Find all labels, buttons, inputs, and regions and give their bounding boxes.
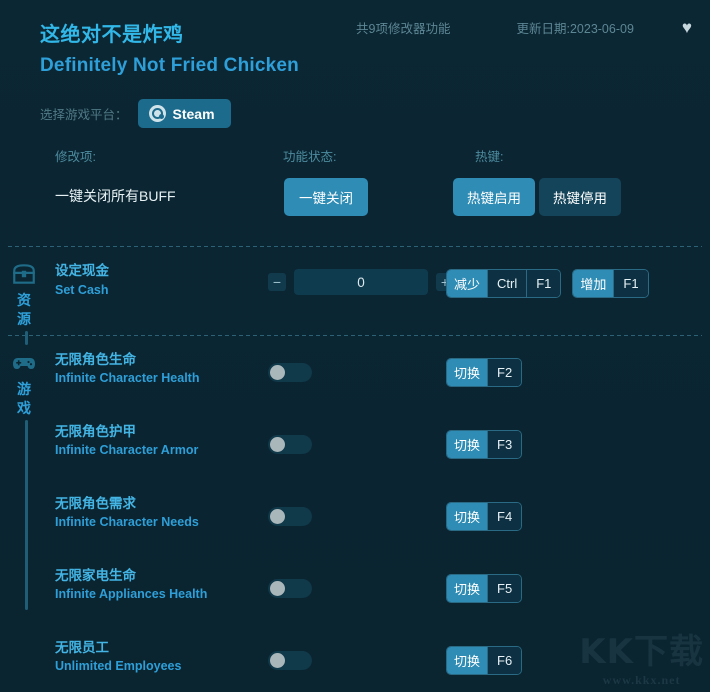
- option-name-cn: 设定现金: [55, 263, 109, 278]
- option-toggle[interactable]: [268, 362, 312, 382]
- section-rail-resources: 资源: [0, 247, 48, 345]
- hotkey-chip-toggle[interactable]: 切换 F2: [446, 357, 523, 387]
- column-headings: 修改项: 功能状态: 热键:: [0, 146, 710, 176]
- gamepad-icon: [13, 357, 35, 369]
- cash-decrement-button[interactable]: −: [268, 273, 286, 291]
- trainer-window: KK下载 www.kkx.net 这绝对不是炸鸡 共9项修改器功能 更新日期:2…: [0, 0, 710, 692]
- page-title-en: Definitely Not Fried Chicken: [40, 55, 299, 76]
- cash-stepper: − +: [268, 269, 454, 295]
- option-names-set-cash: 设定现金 Set Cash: [55, 261, 109, 299]
- column-heading-hotkey: 热键:: [475, 150, 504, 164]
- option-toggle[interactable]: [268, 650, 312, 670]
- hotkey-action-label: 切换: [447, 502, 488, 530]
- hotkey-chip-toggle[interactable]: 切换 F3: [446, 429, 523, 459]
- option-names: 无限员工 Unlimited Employees: [55, 638, 181, 676]
- global-buff-label: 一键关闭所有BUFF: [55, 188, 176, 204]
- section-game: 游戏 无限角色生命 Infinite Character Health 切换 F…: [0, 336, 710, 692]
- steam-icon: [148, 105, 166, 122]
- option-row-infinite-character-needs: 无限角色需求 Infinite Character Needs 切换 F4: [48, 480, 710, 552]
- header-top-row: 这绝对不是炸鸡 共9项修改器功能 更新日期:2023-06-09 ♥: [0, 10, 710, 47]
- header: 这绝对不是炸鸡 共9项修改器功能 更新日期:2023-06-09 ♥ Defin…: [0, 0, 710, 128]
- cash-value-input[interactable]: [294, 269, 428, 295]
- option-name-cn: 无限角色护甲: [55, 423, 136, 439]
- platform-label: 选择游戏平台：: [40, 108, 128, 122]
- hotkey-key: F1: [613, 270, 648, 297]
- section-rail-game: 游戏: [0, 336, 48, 692]
- hotkey-action-label: 切换: [447, 430, 488, 458]
- option-name-cn: 无限家电生命: [55, 567, 136, 583]
- hotkey-key: F2: [487, 358, 522, 386]
- hotkey-action-label: 切换: [447, 358, 488, 386]
- treasure-chest-icon: [13, 264, 35, 284]
- hotkey-chip-toggle[interactable]: 切换 F4: [446, 501, 523, 531]
- option-name-cn: 无限角色需求: [55, 495, 136, 511]
- option-row-set-cash: 设定现金 Set Cash − + 减少 Ctrl F1 增加: [48, 247, 710, 319]
- section-body-game: 无限角色生命 Infinite Character Health 切换 F2 无…: [48, 336, 710, 692]
- hotkey-key: Ctrl: [487, 270, 527, 297]
- option-name-cn: 无限员工: [55, 639, 109, 655]
- option-name-en: Unlimited Employees: [55, 659, 182, 674]
- platform-selector-row: 选择游戏平台： Steam: [0, 77, 710, 128]
- hotkey-chip-decrease[interactable]: 减少 Ctrl F1: [446, 269, 562, 298]
- hotkey-chip-toggle[interactable]: 切换 F6: [446, 645, 523, 675]
- page-title-cn: 这绝对不是炸鸡: [40, 24, 184, 46]
- hotkey-key: F5: [487, 574, 522, 602]
- global-buff-row: 一键关闭所有BUFF 一键关闭 热键启用 热键停用: [0, 176, 710, 232]
- column-heading-status: 功能状态:: [283, 150, 337, 164]
- option-row-infinite-character-health: 无限角色生命 Infinite Character Health 切换 F2: [48, 336, 710, 408]
- column-heading-modifier: 修改项:: [55, 150, 96, 164]
- option-name-en: Infinite Character Armor: [55, 443, 199, 458]
- hotkey-chip-increase[interactable]: 增加 F1: [572, 269, 649, 298]
- hotkey-key: F1: [526, 270, 561, 297]
- option-row-infinite-appliances-health: 无限家电生命 Infinite Appliances Health 切换 F5: [48, 552, 710, 624]
- close-all-buffs-button[interactable]: 一键关闭: [284, 178, 368, 216]
- option-name-en: Set Cash: [55, 282, 109, 297]
- option-names: 无限角色护甲 Infinite Character Armor: [55, 422, 198, 460]
- hotkey-action-label: 切换: [447, 646, 488, 674]
- hotkey-disable-button[interactable]: 热键停用: [539, 178, 621, 216]
- hotkey-key: F4: [487, 502, 522, 530]
- option-toggle[interactable]: [268, 578, 312, 598]
- option-row-infinite-character-armor: 无限角色护甲 Infinite Character Armor 切换 F3: [48, 408, 710, 480]
- hotkey-key: F6: [487, 646, 522, 674]
- option-name-en: Infinite Character Health: [55, 371, 200, 386]
- section-label-game: 游戏: [17, 380, 31, 416]
- option-name-en: Infinite Character Needs: [55, 515, 199, 530]
- option-names: 无限家电生命 Infinite Appliances Health: [55, 566, 207, 604]
- hotkey-action-label: 切换: [447, 574, 488, 602]
- section-resources: 资源 设定现金 Set Cash − + 减少 Ctrl F: [0, 247, 710, 345]
- option-name-cn: 无限角色生命: [55, 351, 136, 367]
- option-toggle[interactable]: [268, 434, 312, 454]
- cash-hotkey-group: 减少 Ctrl F1 增加 F1: [446, 269, 649, 298]
- platform-steam-button[interactable]: Steam: [137, 99, 231, 128]
- platform-steam-label: Steam: [172, 105, 215, 122]
- option-names: 无限角色生命 Infinite Character Health: [55, 350, 199, 388]
- favorite-heart-icon[interactable]: ♥: [682, 19, 692, 36]
- option-row-unlimited-employees: 无限员工 Unlimited Employees 切换 F6: [48, 624, 710, 692]
- option-toggle[interactable]: [268, 506, 312, 526]
- hotkey-key: F3: [487, 430, 522, 458]
- hotkey-action-label: 增加: [573, 270, 614, 297]
- section-label-resources: 资源: [17, 292, 31, 327]
- feature-count: 共9项修改器功能: [356, 22, 451, 36]
- section-rail-line-game: [25, 419, 28, 610]
- header-meta: 共9项修改器功能 更新日期:2023-06-09 ♥: [356, 18, 710, 37]
- hotkey-enable-button[interactable]: 热键启用: [453, 178, 535, 216]
- option-names: 无限角色需求 Infinite Character Needs: [55, 494, 199, 532]
- hotkey-action-label: 减少: [447, 270, 488, 297]
- hotkey-chip-toggle[interactable]: 切换 F5: [446, 573, 523, 603]
- update-date: 更新日期:2023-06-09: [516, 22, 634, 36]
- section-body-resources: 设定现金 Set Cash − + 减少 Ctrl F1 增加: [48, 247, 710, 329]
- option-name-en: Infinite Appliances Health: [55, 587, 208, 602]
